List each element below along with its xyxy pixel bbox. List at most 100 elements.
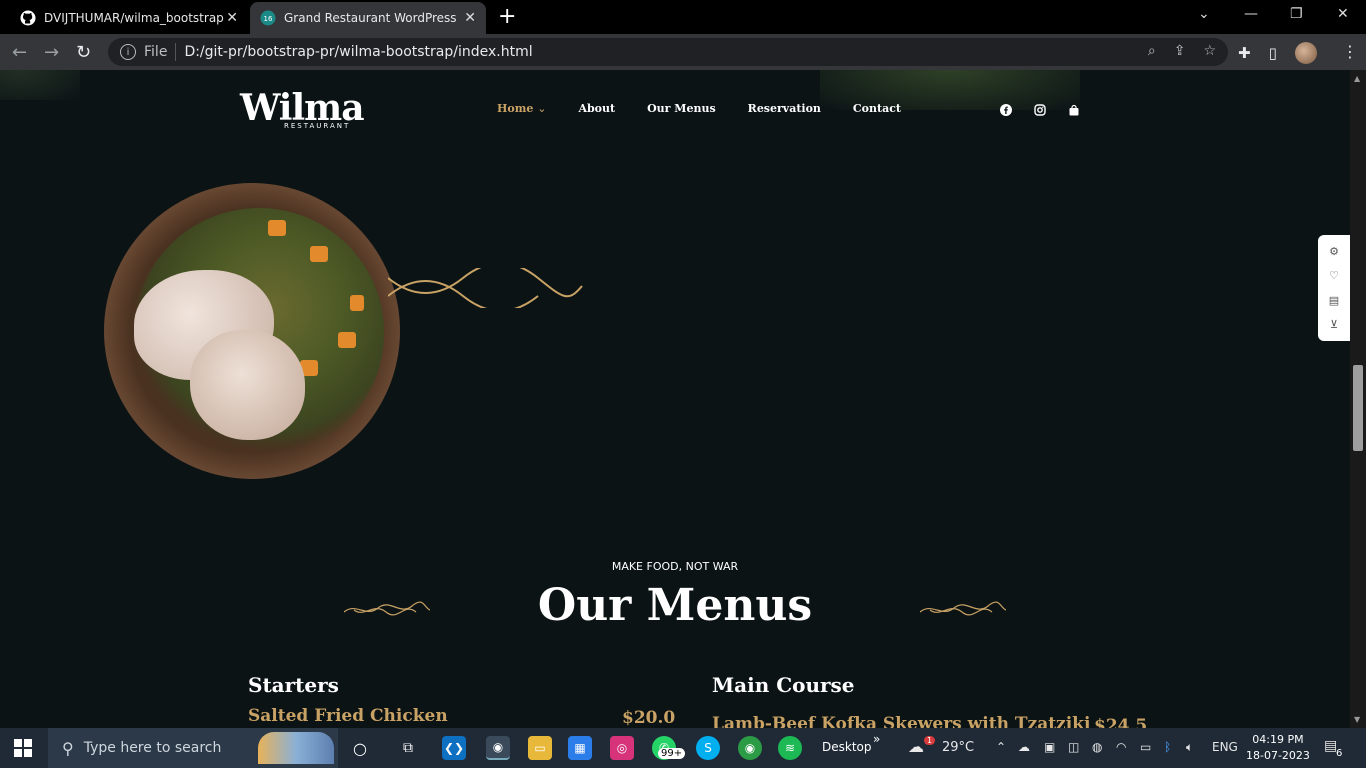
windows-start-icon[interactable] xyxy=(14,739,32,757)
menu-item-price: $24.5 xyxy=(1094,716,1148,728)
right-ornament xyxy=(920,601,1006,616)
squash-piece xyxy=(350,295,364,311)
window-close-icon[interactable]: ✕ xyxy=(1337,6,1349,22)
nav-about[interactable]: About xyxy=(578,102,615,115)
github-icon xyxy=(20,10,36,26)
meet-now-icon[interactable]: ▣ xyxy=(1044,740,1055,754)
weather-badge: 1 xyxy=(924,736,936,745)
camera-icon[interactable]: ◫ xyxy=(1068,740,1079,754)
nav-our-menus[interactable]: Our Menus xyxy=(647,102,716,115)
chrome-profile-icon[interactable]: ◉ xyxy=(738,736,762,760)
chevron-up-icon[interactable]: ⌃ xyxy=(996,740,1006,754)
file-explorer-icon[interactable]: ▭ xyxy=(528,736,552,760)
site-logo[interactable]: Wilma RESTAURANT xyxy=(240,87,365,130)
volume-icon[interactable]: 🔈︎ xyxy=(1186,740,1193,755)
zoom-icon[interactable]: ⌕ xyxy=(1148,43,1156,59)
share-icon[interactable]: ⇪ xyxy=(1174,43,1186,59)
chrome-icon[interactable]: ◉ xyxy=(486,736,510,760)
tab-github[interactable]: DVIJTHUMAR/wilma_bootstrap ✕ xyxy=(8,2,248,34)
gear-icon[interactable]: ⚙ xyxy=(1329,245,1339,258)
menu-item-name: Lamb-Beef Kofka Skewers with Tzatziki xyxy=(712,714,1091,728)
close-icon[interactable]: ✕ xyxy=(226,10,238,26)
divider xyxy=(175,43,177,61)
star-icon[interactable]: ☆ xyxy=(1203,43,1216,59)
squash-piece xyxy=(268,220,286,236)
cortana-icon[interactable]: ○ xyxy=(348,736,372,760)
taskbar-clock[interactable]: 04:19 PM 18-07-2023 xyxy=(1246,732,1310,764)
vpn-icon[interactable]: ◍ xyxy=(1092,740,1102,754)
nav-home[interactable]: Home ⌄ xyxy=(497,102,546,115)
skype-icon[interactable]: S xyxy=(696,736,720,760)
squash-piece xyxy=(310,246,328,262)
page-scrollbar[interactable]: ▲ ▼ xyxy=(1350,70,1366,728)
chevron-right-icon[interactable]: » xyxy=(873,732,880,746)
tab-title: DVIJTHUMAR/wilma_bootstrap xyxy=(44,11,224,25)
restaurant-favicon-icon: 16 xyxy=(260,10,276,26)
bluetooth-icon[interactable]: ᛒ xyxy=(1164,740,1171,754)
language-indicator[interactable]: ENG xyxy=(1212,740,1238,754)
vscode-icon[interactable]: ❮❯ xyxy=(442,736,466,760)
left-ornament xyxy=(344,601,430,616)
social-links xyxy=(1000,104,1080,119)
search-icon: ⚲ xyxy=(62,738,74,758)
avatar[interactable] xyxy=(1294,42,1317,64)
task-view-icon[interactable]: ⧉ xyxy=(396,736,420,760)
nav-contact[interactable]: Contact xyxy=(853,102,901,115)
cart-icon[interactable]: ⊻ xyxy=(1330,318,1338,331)
shopping-bag-icon[interactable] xyxy=(1068,104,1080,119)
nav-reservation[interactable]: Reservation xyxy=(748,102,821,115)
scroll-down-icon[interactable]: ▼ xyxy=(1354,715,1360,724)
menu-item-name: Salted Fried Chicken xyxy=(248,706,448,726)
tab-title: Grand Restaurant WordPress The xyxy=(284,11,459,25)
url-text[interactable]: D:/git-pr/bootstrap-pr/wilma-bootstrap/i… xyxy=(184,44,532,60)
chevron-down-icon: ⌄ xyxy=(537,102,547,115)
main-course-heading: Main Course xyxy=(712,673,855,697)
wifi-icon[interactable]: ◠ xyxy=(1116,740,1126,754)
maximize-icon[interactable]: ❐ xyxy=(1290,6,1303,22)
floating-side-panel: ⚙ ♡ ▤ ⊻ xyxy=(1318,235,1350,341)
chrome-menu-icon[interactable]: ⋮ xyxy=(1342,42,1358,61)
taskbar-search[interactable]: ⚲ Type here to search xyxy=(48,728,338,768)
microsoft-store-icon[interactable]: ▦ xyxy=(568,736,592,760)
info-icon[interactable]: i xyxy=(120,44,136,60)
instagram-icon[interactable] xyxy=(1034,104,1046,119)
minimize-icon[interactable]: — xyxy=(1244,6,1258,22)
tab-grand-restaurant[interactable]: 16 Grand Restaurant WordPress The ✕ xyxy=(250,2,486,34)
section-eyebrow: MAKE FOOD, NOT WAR xyxy=(611,560,739,573)
weather-temperature[interactable]: 29°C xyxy=(942,740,974,755)
reload-icon[interactable]: ↻ xyxy=(76,42,91,63)
logo-subtitle: RESTAURANT xyxy=(284,122,351,130)
book-icon[interactable]: ▤ xyxy=(1329,294,1339,307)
close-icon[interactable]: ✕ xyxy=(464,10,476,26)
side-panel-icon[interactable]: ▯ xyxy=(1269,44,1277,62)
wave-ornament xyxy=(388,268,583,308)
new-tab-button[interactable]: + xyxy=(498,4,516,29)
address-bar[interactable]: i File D:/git-pr/bootstrap-pr/wilma-boot… xyxy=(108,38,1228,66)
weather-cloud-icon[interactable]: ☁ xyxy=(908,737,924,756)
scroll-up-icon[interactable]: ▲ xyxy=(1354,74,1360,83)
onedrive-icon[interactable]: ☁ xyxy=(1018,740,1030,754)
starters-heading: Starters xyxy=(248,673,339,697)
forward-icon[interactable]: → xyxy=(44,42,59,63)
heart-icon[interactable]: ♡ xyxy=(1329,269,1339,282)
scheme-label: File xyxy=(144,44,168,60)
spotify-icon[interactable]: ≋ xyxy=(778,736,802,760)
browser-toolbar: ← → ↻ i File D:/git-pr/bootstrap-pr/wilm… xyxy=(0,34,1366,70)
search-highlight-illustration xyxy=(258,732,334,764)
instagram-app-icon[interactable]: ◎ xyxy=(610,736,634,760)
sliced-chicken xyxy=(190,330,305,440)
logo-word: Wilma xyxy=(240,87,365,129)
notification-count: 6 xyxy=(1336,748,1343,759)
desktop-toolbar-label[interactable]: Desktop xyxy=(822,740,872,754)
back-icon[interactable]: ← xyxy=(12,42,27,63)
main-nav: Home ⌄ About Our Menus Reservation Conta… xyxy=(497,102,901,115)
facebook-icon[interactable] xyxy=(1000,104,1012,119)
omnibox-actions: ⌕ ⇪ ☆ xyxy=(1148,43,1216,59)
battery-icon[interactable]: ▭ xyxy=(1140,740,1151,754)
page-viewport: Wilma RESTAURANT Home ⌄ About Our Menus … xyxy=(0,70,1350,728)
extensions-puzzle-icon[interactable]: ✚ xyxy=(1238,44,1251,62)
section-title: Our Menus xyxy=(537,580,813,631)
tab-search-chevron-icon[interactable]: ⌄ xyxy=(1198,6,1210,22)
svg-text:16: 16 xyxy=(264,15,273,23)
scroll-thumb[interactable] xyxy=(1353,365,1363,451)
